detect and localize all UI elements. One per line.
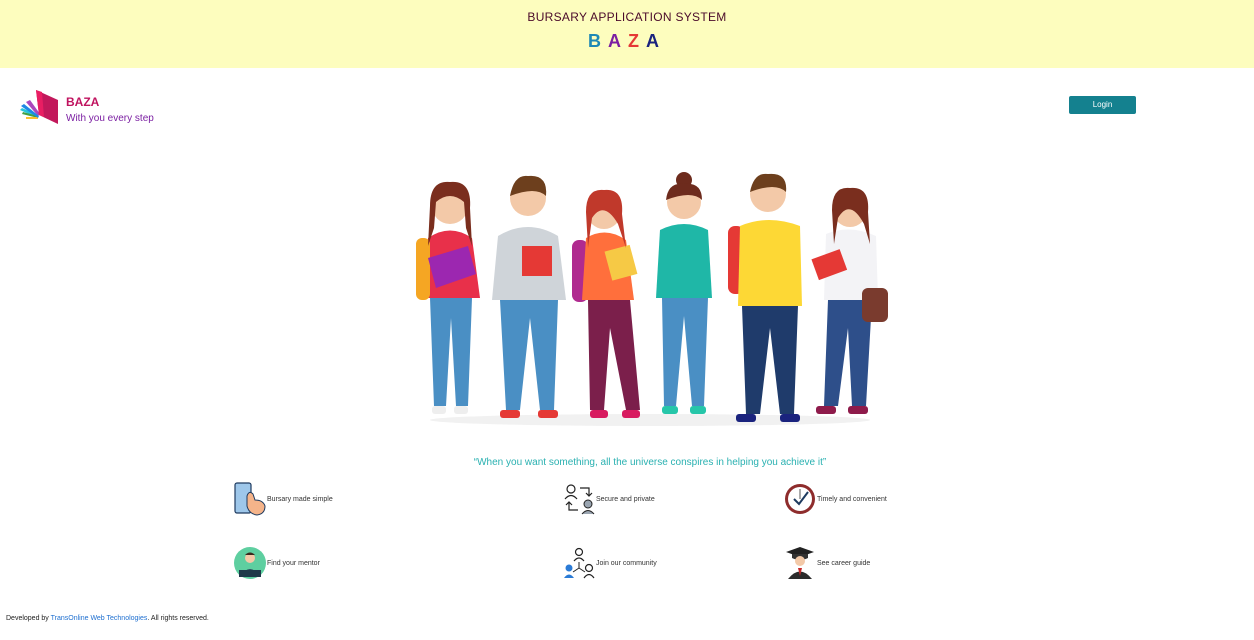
feature-timely-and-convenient[interactable]: Timely and convenient [783, 482, 887, 516]
feature-label: Secure and private [596, 495, 655, 503]
brand-tagline: With you every step [66, 113, 154, 124]
student-figure [416, 181, 480, 414]
brand-name: BAZA [66, 95, 100, 109]
feature-label: Timely and convenient [817, 495, 887, 503]
feature-label: Bursary made simple [267, 495, 333, 503]
feature-label: See career guide [817, 559, 871, 567]
feature-find-your-mentor[interactable]: Find your mentor [233, 546, 320, 580]
baza-letter: Z [628, 31, 646, 51]
baza-logo-icon[interactable] [18, 88, 60, 126]
inspirational-quote: “When you want something, all the univer… [473, 457, 827, 468]
community-icon [564, 547, 595, 579]
baza-letter: A [646, 31, 666, 51]
footer-prefix: Developed by [6, 615, 51, 622]
baza-letter: A [608, 31, 628, 51]
phone-tap-icon [234, 482, 266, 516]
student-figure [656, 172, 712, 414]
clock-check-icon [785, 484, 815, 514]
login-button[interactable]: Login [1069, 96, 1136, 114]
feature-join-our-community[interactable]: Join our community [562, 546, 657, 580]
student-figure [492, 175, 566, 418]
baza-letter: B [588, 31, 608, 51]
footer-company-link[interactable]: TransOnline Web Technologies [51, 615, 148, 622]
graduate-icon [786, 547, 814, 579]
system-title: BURSARY APPLICATION SYSTEM [527, 10, 727, 24]
mentor-icon [234, 547, 266, 579]
feature-label: Join our community [596, 559, 657, 567]
student-figure [728, 173, 802, 422]
feature-label: Find your mentor [267, 559, 320, 567]
baza-wordmark: BAZA [0, 31, 1254, 52]
footer-suffix: . All rights reserved. [147, 615, 209, 622]
students-group-illustration [416, 172, 888, 426]
student-figure [811, 187, 888, 414]
footer: Developed by TransOnline Web Technologie… [6, 615, 209, 622]
user-exchange-icon [564, 484, 595, 515]
feature-secure-and-private[interactable]: Secure and private [562, 482, 655, 516]
student-figure [572, 189, 640, 418]
feature-see-career-guide[interactable]: See career guide [783, 546, 870, 580]
top-banner: BURSARY APPLICATION SYSTEM BAZA [0, 0, 1254, 68]
feature-bursary-made-simple[interactable]: Bursary made simple [233, 482, 333, 516]
